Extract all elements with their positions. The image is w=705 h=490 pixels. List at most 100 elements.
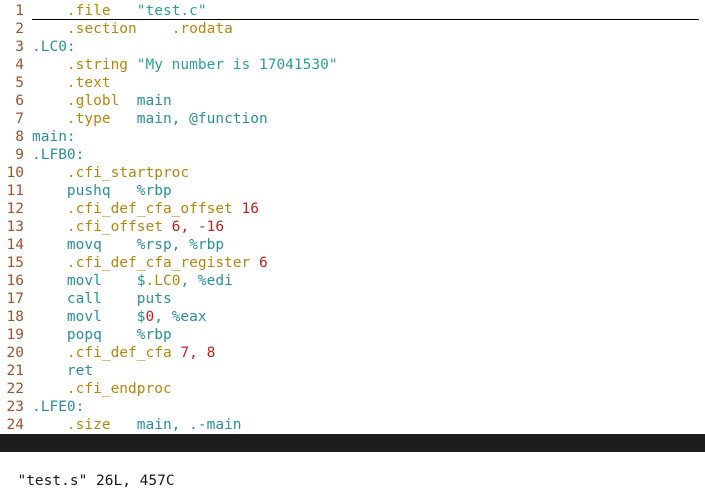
code-token: movq — [66, 237, 102, 253]
line-number: 7 — [15, 111, 24, 127]
code-token: .cfi_offset — [66, 219, 163, 235]
command-line-message: "test.s" 26L, 457C — [17, 473, 175, 489]
code-line[interactable]: 9 .LFB0: — [0, 146, 705, 164]
code-line[interactable]: 11 pushq %rbp — [0, 182, 705, 200]
code-token: .file — [66, 3, 111, 19]
code-line[interactable]: 6 .globl main — [0, 92, 705, 110]
code-token: pushq — [66, 183, 111, 199]
code-token: .-main — [189, 417, 242, 433]
line-number: 3 — [15, 39, 24, 55]
code-line[interactable]: 20 .cfi_def_cfa 7, 8 — [0, 344, 705, 362]
line-number: 22 — [6, 381, 24, 397]
code-token: main: — [32, 129, 76, 145]
code-line[interactable]: 8 main: — [0, 128, 705, 146]
code-token: popq — [66, 327, 102, 343]
code-token: 6, -16 — [162, 219, 225, 235]
code-line[interactable]: 10 .cfi_startproc — [0, 164, 705, 182]
code-token: .cfi_def_cfa — [66, 345, 172, 361]
code-token: .text — [66, 75, 111, 91]
code-token: .rodata — [171, 21, 233, 37]
code-token: .LFB0: — [32, 147, 85, 163]
code-token: .string — [66, 57, 129, 73]
status-line: ~/work1/test.s [FORMAT=unix] [TYPE=ASM] … — [0, 434, 705, 469]
code-line[interactable]: 3 .LC0: — [0, 38, 705, 56]
code-line[interactable]: 24 .size main, .-main — [0, 416, 705, 434]
code-line[interactable]: 23 .LFE0: — [0, 398, 705, 416]
line-number: 9 — [15, 147, 24, 163]
code-token: ret — [66, 363, 94, 379]
line-number: 4 — [15, 57, 24, 73]
line-number: 1 — [15, 3, 24, 19]
code-token: main — [119, 93, 172, 109]
line-number: 5 — [15, 75, 24, 91]
editor-buffer[interactable]: 1 .file "test.c" 2 .section .rodata 3 .LC0:… — [0, 2, 705, 434]
code-line[interactable]: 4 .string "My number is 17041530" — [0, 56, 705, 74]
line-number: 12 — [6, 201, 24, 217]
line-number: 23 — [6, 399, 24, 415]
code-token: .cfi_def_cfa_offset — [66, 201, 233, 217]
code-line[interactable]: 18 movl $0, %eax — [0, 308, 705, 326]
line-number: 17 — [6, 291, 24, 307]
code-line[interactable]: 17 call puts — [0, 290, 705, 308]
code-line[interactable]: 16 movl $.LC0, %edi — [0, 272, 705, 290]
code-token: call — [66, 291, 102, 307]
line-number: 21 — [6, 363, 24, 379]
code-token: .section — [66, 21, 137, 37]
code-line[interactable]: 12 .cfi_def_cfa_offset 16 — [0, 200, 705, 218]
code-token: movl — [66, 273, 102, 289]
code-line[interactable]: 7 .type main, @function — [0, 110, 705, 128]
line-number: 11 — [6, 183, 24, 199]
code-line[interactable]: 15 .cfi_def_cfa_register 6 — [0, 254, 705, 272]
code-line[interactable]: 13 .cfi_offset 6, -16 — [0, 218, 705, 236]
line-number: 16 — [6, 273, 24, 289]
code-line[interactable]: 2 .section .rodata — [0, 20, 705, 38]
code-token: puts — [101, 291, 172, 307]
line-number: 8 — [15, 129, 24, 145]
code-token: main, — [110, 111, 190, 127]
line-number: 6 — [15, 93, 24, 109]
code-line[interactable]: 5 .text — [0, 74, 705, 92]
code-token: 7, 8 — [171, 345, 216, 361]
code-line[interactable]: 1 .file "test.c" — [0, 2, 705, 20]
line-number: 19 — [6, 327, 24, 343]
code-token: 6 — [250, 255, 268, 271]
line-number: 18 — [6, 309, 24, 325]
code-token: .size — [66, 417, 111, 433]
code-token: , %edi — [180, 273, 233, 289]
line-number: 20 — [6, 345, 24, 361]
code-line[interactable]: 14 movq %rsp, %rbp — [0, 236, 705, 254]
line-number: 2 — [15, 21, 24, 37]
code-token: %rbp — [110, 183, 172, 199]
code-token: "test.c" — [136, 3, 207, 19]
code-token: @function — [189, 111, 268, 127]
code-line[interactable]: 19 popq %rbp — [0, 326, 705, 344]
line-number: 10 — [6, 165, 24, 181]
line-number: 14 — [6, 237, 24, 253]
code-token: .type — [66, 111, 111, 127]
code-token: .LC0: — [32, 39, 76, 55]
code-token: .cfi_endproc — [66, 381, 172, 397]
code-line[interactable]: 21 ret — [0, 362, 705, 380]
code-line[interactable]: 22 .cfi_endproc — [0, 380, 705, 398]
code-token: .cfi_def_cfa_register — [66, 255, 251, 271]
code-token: $ — [101, 309, 146, 325]
line-number: 24 — [6, 417, 24, 433]
code-token: , %eax — [154, 309, 207, 325]
command-line[interactable]: "test.s" 26L, 457C — [0, 454, 705, 489]
